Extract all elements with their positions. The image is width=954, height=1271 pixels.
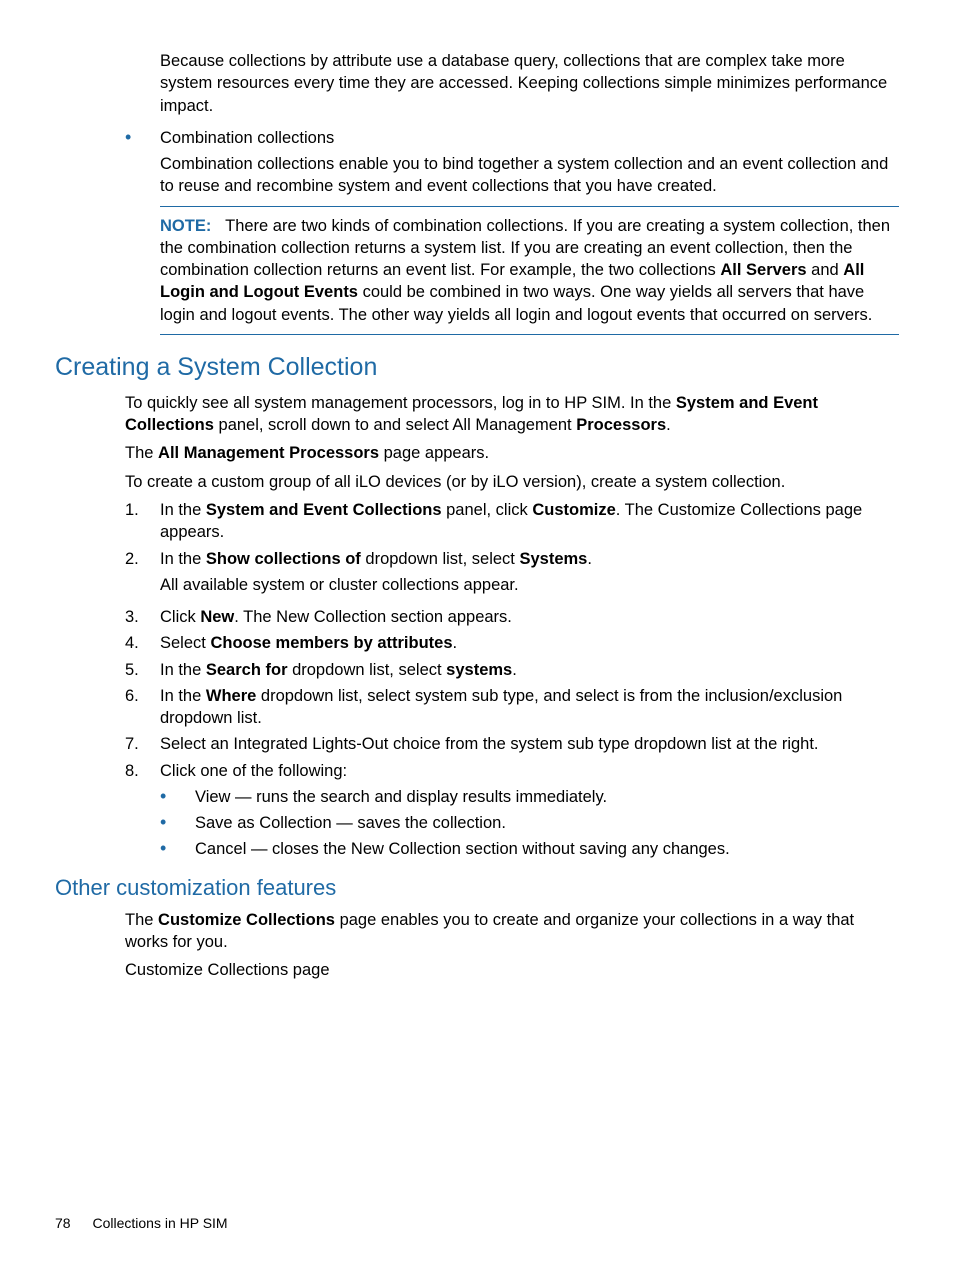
txt: dropdown list, select bbox=[288, 661, 447, 679]
page-number: 78 bbox=[55, 1215, 71, 1231]
txt: . bbox=[512, 661, 517, 679]
intro-paragraph-block: Because collections by attribute use a d… bbox=[160, 50, 899, 117]
step-1: 1. In the System and Event Collections p… bbox=[125, 499, 899, 544]
other-p1: The Customize Collections page enables y… bbox=[125, 909, 899, 954]
page-footer: 78 Collections in HP SIM bbox=[55, 1215, 228, 1231]
step-2: 2. In the Show collections of dropdown l… bbox=[125, 548, 899, 603]
step-number: 7. bbox=[125, 733, 160, 755]
sub-text: Save as Collection — saves the collectio… bbox=[195, 812, 899, 834]
bold: Processors bbox=[576, 416, 666, 434]
sub-bullet-save: • Save as Collection — saves the collect… bbox=[160, 812, 899, 834]
step-number: 5. bbox=[125, 659, 160, 681]
heading-other-features: Other customization features bbox=[55, 875, 899, 901]
creating-intro: To quickly see all system management pro… bbox=[125, 392, 899, 493]
bullet-icon: • bbox=[160, 812, 195, 834]
txt: In the bbox=[160, 501, 206, 519]
bold: Show collections of bbox=[206, 550, 361, 568]
ordered-steps: 1. In the System and Event Collections p… bbox=[125, 499, 899, 861]
txt: panel, scroll down to and select All Man… bbox=[214, 416, 576, 434]
combination-bullet: • Combination collections Combination co… bbox=[125, 127, 899, 335]
txt: . bbox=[587, 550, 592, 568]
step-5: 5. In the Search for dropdown list, sele… bbox=[125, 659, 899, 681]
step-8-text: Click one of the following: bbox=[160, 760, 899, 782]
bullet-title: Combination collections bbox=[160, 127, 899, 149]
step-2-sub: All available system or cluster collecti… bbox=[160, 574, 899, 596]
txt: page appears. bbox=[379, 444, 489, 462]
creating-p1: To quickly see all system management pro… bbox=[125, 392, 899, 437]
bold: Customize bbox=[532, 501, 615, 519]
sub-text: Cancel — closes the New Collection secti… bbox=[195, 838, 899, 860]
txt: In the bbox=[160, 550, 206, 568]
bullet-icon: • bbox=[125, 127, 160, 149]
txt: dropdown list, select bbox=[361, 550, 520, 568]
step-6: 6. In the Where dropdown list, select sy… bbox=[125, 685, 899, 730]
note-bold-1: All Servers bbox=[720, 261, 806, 279]
txt: Select bbox=[160, 634, 210, 652]
sub-text: View — runs the search and display resul… bbox=[195, 786, 899, 808]
step-7-text: Select an Integrated Lights-Out choice f… bbox=[160, 733, 899, 755]
bold: Customize Collections bbox=[158, 911, 335, 929]
txt: . The New Collection section appears. bbox=[234, 608, 512, 626]
footer-title: Collections in HP SIM bbox=[92, 1215, 227, 1231]
note-text-2: and bbox=[807, 261, 844, 279]
bold: systems bbox=[446, 661, 512, 679]
step-number: 1. bbox=[125, 499, 160, 544]
creating-p2: The All Management Processors page appea… bbox=[125, 442, 899, 464]
sub-bullet-cancel: • Cancel — closes the New Collection sec… bbox=[160, 838, 899, 860]
note-label: NOTE: bbox=[160, 217, 211, 235]
creating-p3: To create a custom group of all iLO devi… bbox=[125, 471, 899, 493]
txt: To quickly see all system management pro… bbox=[125, 394, 676, 412]
bold: Choose members by attributes bbox=[210, 634, 452, 652]
paragraph-db-query: Because collections by attribute use a d… bbox=[160, 50, 899, 117]
txt: dropdown list, select system sub type, a… bbox=[160, 687, 842, 727]
step-number: 3. bbox=[125, 606, 160, 628]
step-number: 2. bbox=[125, 548, 160, 603]
step-8: 8. Click one of the following: bbox=[125, 760, 899, 782]
heading-creating-collection: Creating a System Collection bbox=[55, 353, 899, 382]
step-7: 7. Select an Integrated Lights-Out choic… bbox=[125, 733, 899, 755]
step-4: 4. Select Choose members by attributes. bbox=[125, 632, 899, 654]
bold: Systems bbox=[519, 550, 587, 568]
bullet-body: Combination collections enable you to bi… bbox=[160, 153, 899, 198]
txt: In the bbox=[160, 687, 206, 705]
step-number: 6. bbox=[125, 685, 160, 730]
txt: Click bbox=[160, 608, 200, 626]
step-3: 3. Click New. The New Collection section… bbox=[125, 606, 899, 628]
txt: . bbox=[666, 416, 671, 434]
sub-bullet-view: • View — runs the search and display res… bbox=[160, 786, 899, 808]
bold: New bbox=[200, 608, 234, 626]
txt: panel, click bbox=[442, 501, 533, 519]
other-block: The Customize Collections page enables y… bbox=[125, 909, 899, 982]
txt: The bbox=[125, 911, 158, 929]
bold: Search for bbox=[206, 661, 288, 679]
note-box: NOTE: There are two kinds of combination… bbox=[160, 206, 899, 335]
document-page: Because collections by attribute use a d… bbox=[0, 0, 954, 1271]
bullet-icon: • bbox=[160, 838, 195, 860]
bold: Where bbox=[206, 687, 256, 705]
bold: System and Event Collections bbox=[206, 501, 442, 519]
txt: . bbox=[453, 634, 458, 652]
txt: The bbox=[125, 444, 158, 462]
step-number: 4. bbox=[125, 632, 160, 654]
bullet-icon: • bbox=[160, 786, 195, 808]
txt: In the bbox=[160, 661, 206, 679]
other-p2: Customize Collections page bbox=[125, 959, 899, 981]
bold: All Management Processors bbox=[158, 444, 379, 462]
step-number: 8. bbox=[125, 760, 160, 782]
